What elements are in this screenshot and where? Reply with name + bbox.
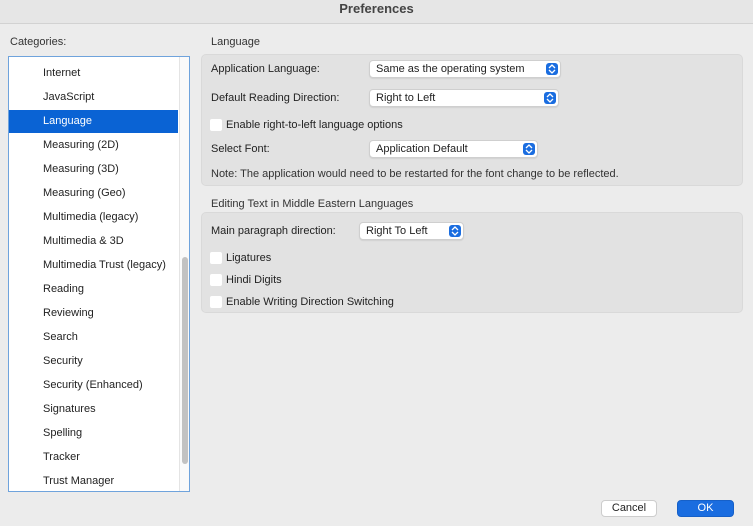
- ligatures-checkbox[interactable]: [209, 251, 223, 265]
- category-item[interactable]: Multimedia Trust (legacy): [9, 254, 178, 277]
- categories-scrollbar[interactable]: [179, 57, 189, 491]
- category-item[interactable]: Multimedia & 3D: [9, 230, 178, 253]
- hindi-digits-label: Hindi Digits: [226, 274, 282, 286]
- chevron-updown-icon: [449, 225, 461, 237]
- paragraph-direction-label: Main paragraph direction:: [211, 225, 336, 237]
- category-item[interactable]: Reviewing: [9, 302, 178, 325]
- middle-eastern-group: Main paragraph direction: Right To Left …: [201, 212, 743, 313]
- category-item[interactable]: Measuring (Geo): [9, 182, 178, 205]
- app-language-value: Same as the operating system: [376, 63, 525, 75]
- category-item[interactable]: Search: [9, 326, 178, 349]
- ok-button[interactable]: OK: [677, 500, 734, 517]
- chevron-updown-icon: [546, 63, 558, 75]
- window-title: Preferences: [0, 0, 753, 24]
- chevron-updown-icon: [523, 143, 535, 155]
- font-restart-note: Note: The application would need to be r…: [211, 168, 619, 180]
- category-item[interactable]: Measuring (3D): [9, 158, 178, 181]
- writing-direction-label: Enable Writing Direction Switching: [226, 296, 394, 308]
- category-item[interactable]: Measuring (2D): [9, 134, 178, 157]
- category-item[interactable]: Trust Manager: [9, 470, 178, 491]
- chevron-updown-icon: [544, 92, 556, 104]
- category-item[interactable]: Language: [9, 110, 178, 133]
- paragraph-direction-select[interactable]: Right To Left: [359, 222, 464, 240]
- app-language-select[interactable]: Same as the operating system: [369, 60, 561, 78]
- category-item[interactable]: Internet: [9, 62, 178, 85]
- category-item[interactable]: Tracker: [9, 446, 178, 469]
- scrollbar-thumb[interactable]: [182, 257, 188, 464]
- categories-label: Categories:: [10, 36, 67, 48]
- reading-direction-select[interactable]: Right to Left: [369, 89, 559, 107]
- app-language-label: Application Language:: [211, 63, 320, 75]
- categories-list[interactable]: Internet JavaScript Language Measuring (2D)…: [8, 56, 190, 492]
- category-item[interactable]: Signatures: [9, 398, 178, 421]
- select-font-label: Select Font:: [211, 143, 270, 155]
- cancel-button[interactable]: Cancel: [601, 500, 657, 517]
- hindi-digits-checkbox[interactable]: [209, 273, 223, 287]
- paragraph-direction-value: Right To Left: [366, 225, 428, 237]
- category-item[interactable]: Multimedia (legacy): [9, 206, 178, 229]
- select-font-select[interactable]: Application Default: [369, 140, 538, 158]
- category-item[interactable]: JavaScript: [9, 86, 178, 109]
- middle-eastern-section-title: Editing Text in Middle Eastern Languages: [211, 198, 414, 210]
- category-item[interactable]: Reading: [9, 278, 178, 301]
- category-item[interactable]: Spelling: [9, 422, 178, 445]
- rtl-options-checkbox[interactable]: [209, 118, 223, 132]
- writing-direction-checkbox[interactable]: [209, 295, 223, 309]
- select-font-value: Application Default: [376, 143, 468, 155]
- language-section-title: Language: [211, 36, 260, 48]
- category-item[interactable]: Security (Enhanced): [9, 374, 178, 397]
- reading-direction-label: Default Reading Direction:: [211, 92, 340, 104]
- category-item[interactable]: Security: [9, 350, 178, 373]
- rtl-options-label: Enable right-to-left language options: [226, 119, 403, 131]
- reading-direction-value: Right to Left: [376, 92, 436, 104]
- language-group: Application Language: Same as the operat…: [201, 54, 743, 186]
- ligatures-label: Ligatures: [226, 252, 272, 264]
